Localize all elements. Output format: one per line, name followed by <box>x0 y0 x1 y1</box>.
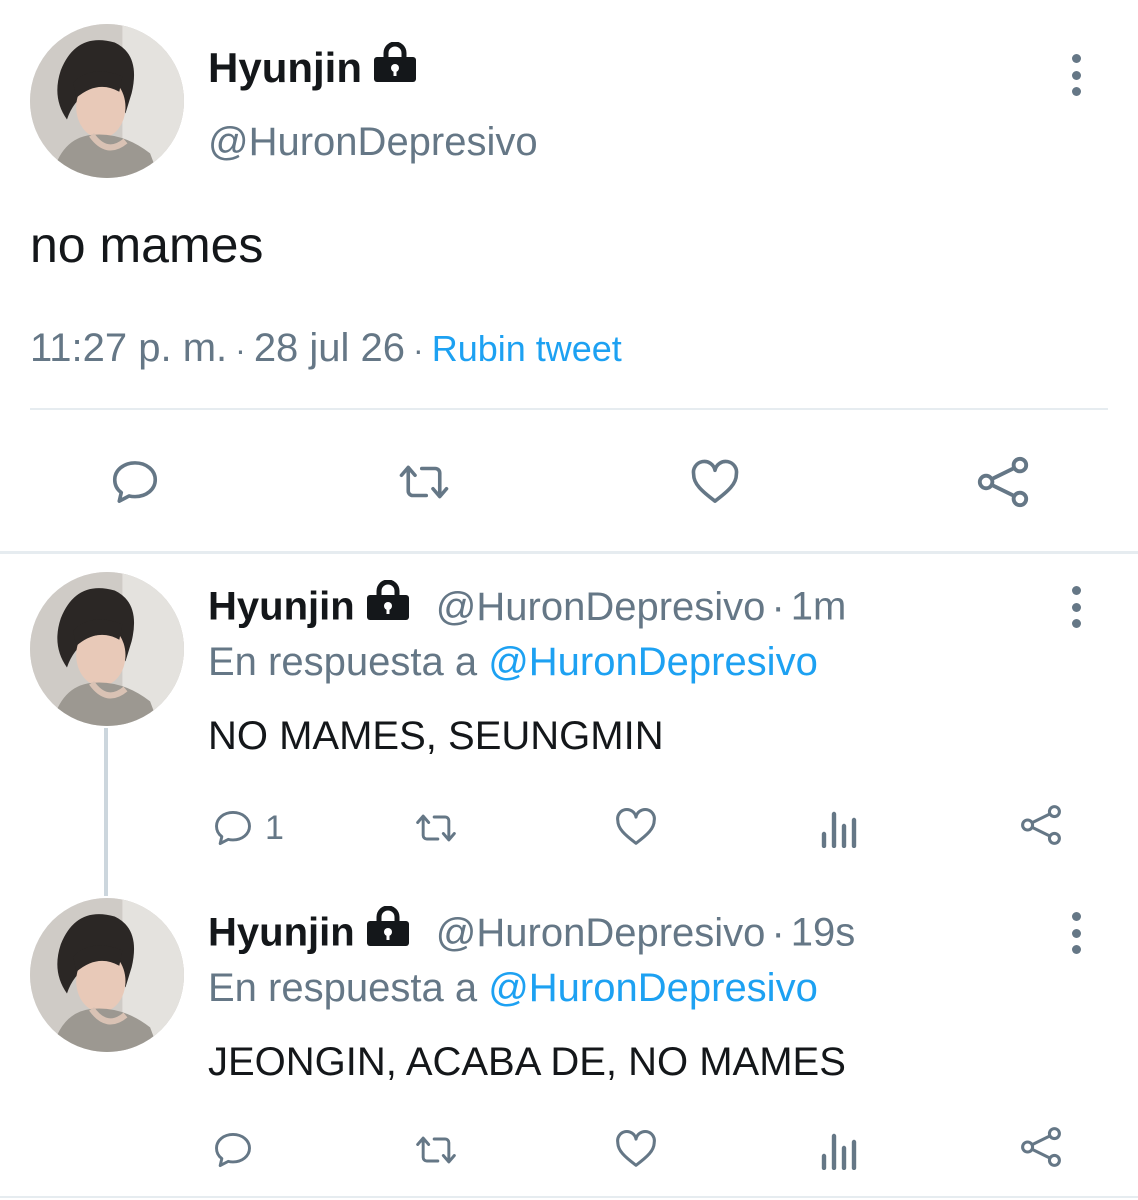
lock-icon <box>372 41 418 92</box>
like-button[interactable] <box>686 455 744 509</box>
avatar-image <box>30 24 184 178</box>
tweet-text: JEONGIN, ACABA DE, NO MAMES <box>208 1040 846 1084</box>
reply-header: Hyunjin @HuronDepresivo · 1m <box>208 579 847 634</box>
avatar[interactable] <box>30 24 184 178</box>
retweet-icon <box>416 814 456 842</box>
share-button[interactable] <box>1018 1124 1064 1170</box>
header-separator: · <box>771 910 785 955</box>
more-options-icon[interactable] <box>1061 582 1091 632</box>
retweet-icon <box>399 465 449 499</box>
mention-link[interactable]: @HuronDepresivo <box>488 640 818 684</box>
avatar[interactable] <box>30 898 184 1052</box>
meta-separator: · <box>235 332 246 368</box>
section-divider <box>0 551 1138 554</box>
reply-icon <box>112 461 158 503</box>
reply-button[interactable] <box>108 455 162 509</box>
thread-connector <box>104 728 108 896</box>
more-options-icon[interactable] <box>1061 908 1091 958</box>
reply-button[interactable]: 1 <box>211 806 284 850</box>
author-handle[interactable]: @HuronDepresivo <box>436 585 766 629</box>
tweet-source-link[interactable]: Rubin tweet <box>432 328 622 369</box>
analytics-button[interactable] <box>818 1130 862 1170</box>
avatar-image <box>30 898 184 1052</box>
author-handle[interactable]: @HuronDepresivo <box>436 911 766 955</box>
mention-link[interactable]: @HuronDepresivo <box>488 966 818 1010</box>
like-button[interactable] <box>612 804 660 850</box>
replying-to-label: En respuesta a <box>208 640 478 684</box>
author-handle[interactable]: @HuronDepresivo <box>208 120 538 165</box>
author-name[interactable]: Hyunjin <box>208 41 418 96</box>
header-separator: · <box>771 584 785 629</box>
retweet-button[interactable] <box>410 1128 462 1172</box>
reply-header: Hyunjin @HuronDepresivo · 19s <box>208 905 856 960</box>
replying-to: En respuesta a @HuronDepresivo <box>208 966 818 1011</box>
avatar[interactable] <box>30 572 184 726</box>
retweet-button[interactable] <box>392 455 456 509</box>
analytics-icon <box>821 811 857 848</box>
like-button[interactable] <box>612 1126 660 1172</box>
tweet-date: 28 jul 26 <box>253 326 406 370</box>
reply-icon <box>215 810 251 846</box>
tweet-time[interactable]: 19s <box>791 911 856 955</box>
tweet-time[interactable]: 1m <box>791 585 847 629</box>
author-name[interactable]: Hyunjin <box>208 911 355 955</box>
retweet-icon <box>416 1136 456 1164</box>
share-icon <box>1021 1127 1061 1167</box>
lock-icon <box>365 905 411 956</box>
reply-count: 1 <box>265 808 284 847</box>
like-icon <box>616 1129 656 1167</box>
retweet-button[interactable] <box>410 806 462 850</box>
share-icon <box>1021 805 1061 845</box>
tweet-time: 11:27 p. m. <box>30 326 228 370</box>
like-icon <box>616 807 656 845</box>
divider <box>30 408 1108 410</box>
lock-icon <box>365 579 411 630</box>
tweet-text: NO MAMES, SEUNGMIN <box>208 714 664 758</box>
tweet-meta: 11:27 p. m. · 28 jul 26 · Rubin tweet <box>30 326 622 371</box>
analytics-icon <box>821 1133 857 1170</box>
author-name[interactable]: Hyunjin <box>208 585 355 629</box>
like-icon <box>691 459 739 503</box>
reply-button[interactable] <box>211 1128 255 1172</box>
share-icon <box>977 456 1029 508</box>
reply-icon <box>215 1132 251 1168</box>
avatar-image <box>30 572 184 726</box>
meta-separator: · <box>413 332 424 368</box>
analytics-button[interactable] <box>818 808 862 848</box>
more-options-icon[interactable] <box>1061 50 1091 100</box>
share-button[interactable] <box>1018 802 1064 848</box>
section-divider <box>0 1196 1138 1198</box>
replying-to-label: En respuesta a <box>208 966 478 1010</box>
share-button[interactable] <box>974 453 1032 511</box>
replying-to: En respuesta a @HuronDepresivo <box>208 640 818 685</box>
tweet-text: no mames <box>30 217 264 273</box>
